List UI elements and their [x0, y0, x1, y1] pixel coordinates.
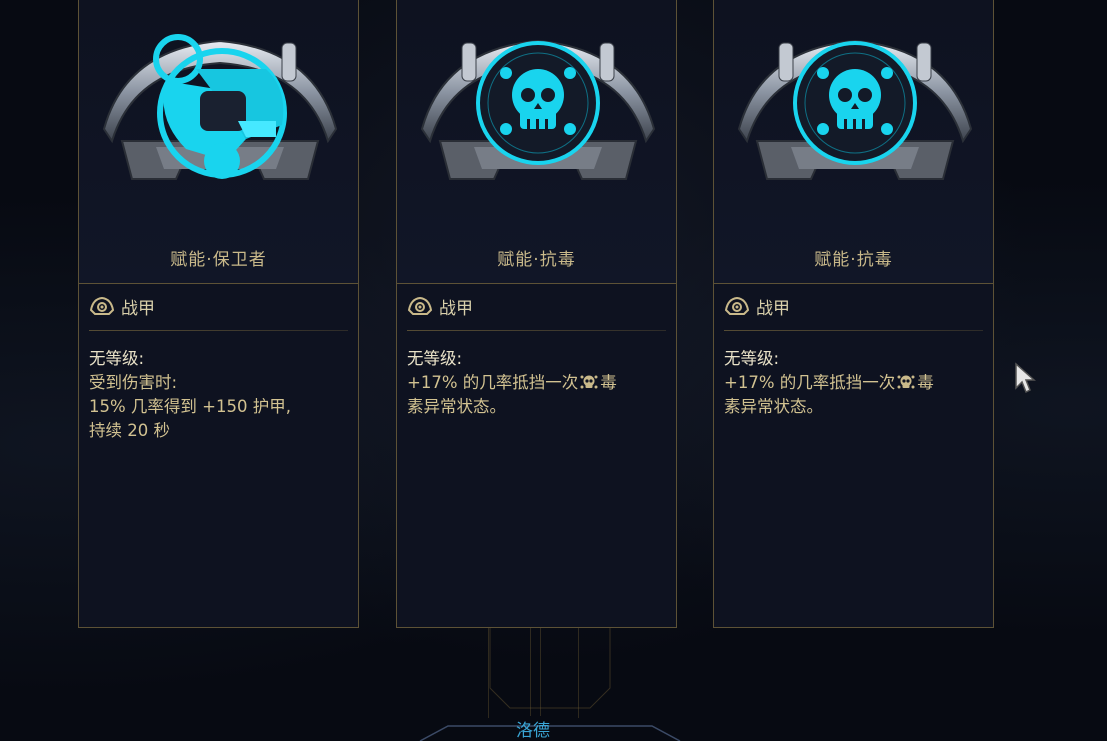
- rank-label: 无等级:: [407, 349, 463, 368]
- type-label: 战甲: [439, 298, 473, 319]
- desc-text: 毒: [917, 373, 934, 392]
- desc-line: +17% 的几率抵挡一次 毒: [724, 371, 983, 395]
- warframe-helmet-icon: [89, 296, 115, 315]
- card-title: 赋能·保卫者: [170, 250, 267, 270]
- card-description: 无等级: 受到伤害时: 15% 几率得到 +150 护甲, 持续 20 秒: [89, 347, 348, 443]
- mouse-cursor-icon: [1015, 362, 1036, 394]
- game-screen: 赋能·保卫者 战甲 无等级: 受到伤害时: 15% 几率得到 +150 护甲, …: [0, 0, 1107, 741]
- card-header: 赋能·抗毒: [714, 0, 993, 284]
- type-label: 战甲: [121, 298, 155, 319]
- toxin-skull-icon: [580, 375, 598, 389]
- desc-text: +17% 的几率抵挡一次: [724, 373, 896, 392]
- desc-line: 受到伤害时:: [89, 373, 178, 392]
- desc-line: +17% 的几率抵挡一次 毒: [407, 371, 666, 395]
- skull-toxin-icon: [737, 39, 973, 180]
- card-header: 赋能·抗毒: [397, 0, 676, 284]
- card-description: 无等级: +17% 的几率抵挡一次 毒 素异常状态。: [724, 347, 983, 419]
- arcane-card-antitoxin[interactable]: 赋能·抗毒 战甲 无等级: +17% 的几率抵挡一次 毒 素异常状态。: [396, 0, 677, 628]
- divider: [407, 330, 666, 331]
- card-title: 赋能·抗毒: [814, 250, 893, 270]
- warframe-helmet-icon: [407, 296, 433, 315]
- card-header: 赋能·保卫者: [79, 0, 358, 284]
- desc-text: 毒: [600, 373, 617, 392]
- desc-line: 素异常状态。: [407, 397, 506, 416]
- card-title: 赋能·抗毒: [497, 250, 576, 270]
- guardian-arcane-icon: [102, 34, 338, 180]
- type-row: 战甲: [407, 295, 473, 319]
- desc-line: 15% 几率得到 +150 护甲,: [89, 397, 291, 416]
- desc-text: +17% 的几率抵挡一次: [407, 373, 579, 392]
- toxin-skull-icon: [897, 375, 915, 389]
- type-row: 战甲: [724, 295, 790, 319]
- skull-toxin-icon: [420, 39, 656, 180]
- arcane-card-guardian[interactable]: 赋能·保卫者 战甲 无等级: 受到伤害时: 15% 几率得到 +150 护甲, …: [78, 0, 359, 628]
- bottom-tab-label[interactable]: 洛德: [500, 716, 566, 741]
- type-label: 战甲: [756, 298, 790, 319]
- divider: [89, 330, 348, 331]
- card-description: 无等级: +17% 的几率抵挡一次 毒 素异常状态。: [407, 347, 666, 419]
- desc-line: 素异常状态。: [724, 397, 823, 416]
- divider: [724, 330, 983, 331]
- rank-label: 无等级:: [89, 349, 145, 368]
- type-row: 战甲: [89, 295, 155, 319]
- warframe-helmet-icon: [724, 296, 750, 315]
- arcane-card-antitoxin[interactable]: 赋能·抗毒 战甲 无等级: +17% 的几率抵挡一次 毒 素异常状态。: [713, 0, 994, 628]
- rank-label: 无等级:: [724, 349, 780, 368]
- desc-line: 持续 20 秒: [89, 421, 170, 440]
